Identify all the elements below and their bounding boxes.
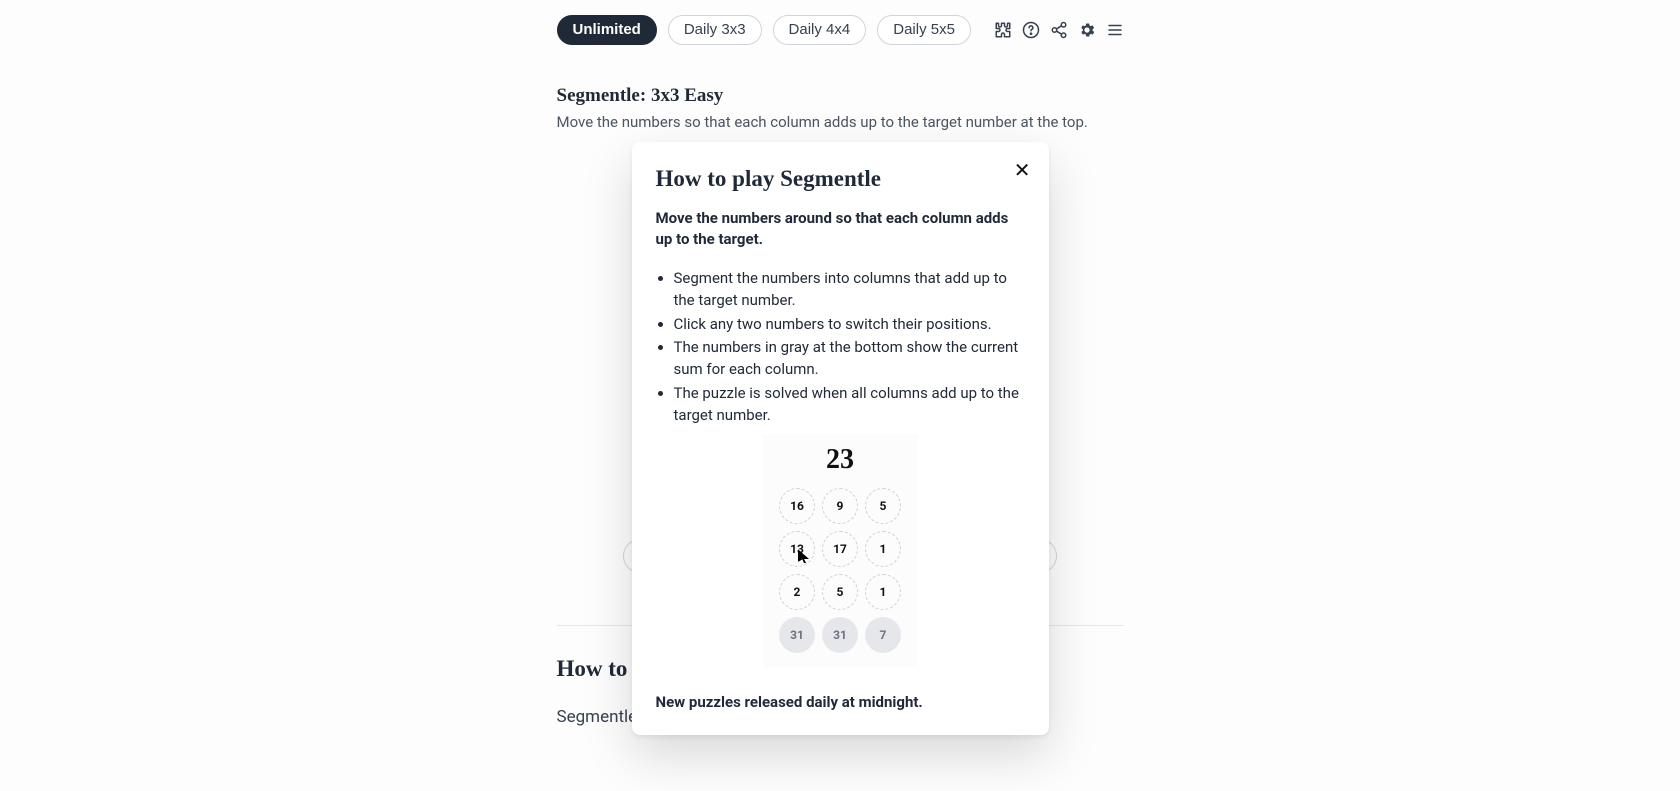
menu-icon[interactable]	[1106, 21, 1124, 39]
help-icon[interactable]	[1022, 21, 1040, 39]
example-sum: 7	[865, 617, 901, 653]
how-to-play-modal: ✕ How to play Segmentle Move the numbers…	[632, 142, 1049, 735]
example-cell[interactable]: 9	[822, 488, 858, 524]
example-cell[interactable]: 1	[865, 531, 901, 567]
tab-unlimited[interactable]: Unlimited	[557, 15, 657, 45]
modal-footer: New puzzles released daily at midnight.	[656, 693, 1025, 711]
tab-daily-4x4[interactable]: Daily 4x4	[773, 15, 867, 45]
modal-bullet: The numbers in gray at the bottom show t…	[674, 337, 1025, 381]
modal-bullet: Click any two numbers to switch their po…	[674, 314, 1025, 336]
example-cell[interactable]: 17	[822, 531, 858, 567]
modal-bullet: The puzzle is solved when all columns ad…	[674, 383, 1025, 427]
example-cell[interactable]: 13	[779, 531, 815, 567]
gear-icon[interactable]	[1078, 21, 1096, 39]
example-cell[interactable]: 2	[779, 574, 815, 610]
modal-title: How to play Segmentle	[656, 166, 1025, 192]
puzzle-piece-icon[interactable]	[994, 21, 1012, 39]
modal-bullets: Segment the numbers into columns that ad…	[656, 268, 1025, 426]
example-cell[interactable]: 1	[865, 574, 901, 610]
modal-bullet: Segment the numbers into columns that ad…	[674, 268, 1025, 312]
example-cell[interactable]: 5	[822, 574, 858, 610]
example-cell[interactable]: 5	[865, 488, 901, 524]
example-sum: 31	[822, 617, 858, 653]
page-subtitle: Move the numbers so that each column add…	[557, 113, 1124, 131]
tab-daily-5x5[interactable]: Daily 5x5	[877, 15, 971, 45]
tab-daily-3x3[interactable]: Daily 3x3	[668, 15, 762, 45]
page-title: Segmentle: 3x3 Easy	[557, 85, 1124, 107]
share-icon[interactable]	[1050, 21, 1068, 39]
close-icon[interactable]: ✕	[1014, 160, 1031, 180]
example-sum: 31	[779, 617, 815, 653]
example-cell[interactable]: 16	[779, 488, 815, 524]
example-target: 23	[763, 444, 918, 476]
example-board: 23 16 9 5 13 17 1 2 5 1 31 31 7	[763, 434, 918, 667]
mode-tabs: Unlimited Daily 3x3 Daily 4x4 Daily 5x5	[557, 15, 971, 45]
modal-lead: Move the numbers around so that each col…	[656, 208, 1025, 250]
